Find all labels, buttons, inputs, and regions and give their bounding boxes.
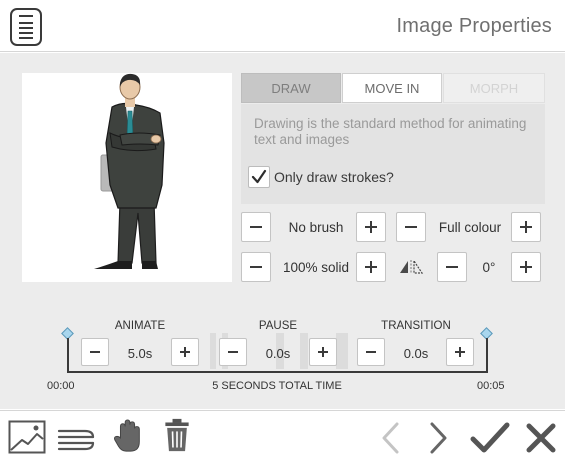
next-icon[interactable]	[427, 421, 449, 455]
properties-panel: DRAW MOVE IN MORPH Drawing is the standa…	[0, 53, 565, 409]
animate-decrease-button[interactable]	[81, 338, 109, 366]
pause-increase-button[interactable]	[309, 338, 337, 366]
timeline-right-edge	[486, 338, 488, 373]
image-preview	[22, 73, 232, 282]
notepad-menu-icon[interactable]	[10, 8, 42, 46]
transition-decrease-button[interactable]	[357, 338, 385, 366]
opacity-increase-button[interactable]	[356, 252, 386, 282]
confirm-icon[interactable]	[470, 421, 510, 455]
transition-label: TRANSITION	[381, 320, 451, 332]
minus-icon	[228, 351, 238, 353]
colour-decrease-button[interactable]	[396, 212, 426, 242]
brush-increase-button[interactable]	[356, 212, 386, 242]
page-title: Image Properties	[396, 15, 552, 37]
total-time: 5 SECONDS TOTAL TIME	[212, 380, 342, 392]
pause-decrease-button[interactable]	[219, 338, 247, 366]
animate-increase-button[interactable]	[171, 338, 199, 366]
hand-icon[interactable]	[112, 419, 144, 453]
pause-value: 0.0s	[265, 346, 291, 361]
only-strokes-label: Only draw strokes?	[274, 169, 394, 185]
timeline-track	[67, 371, 488, 373]
timeline-ghost	[336, 333, 348, 369]
trash-icon[interactable]	[162, 418, 192, 452]
start-time: 00:00	[47, 380, 75, 392]
prev-icon[interactable]	[380, 421, 402, 455]
minus-icon	[90, 351, 100, 353]
tab-draw[interactable]: DRAW	[241, 73, 341, 103]
minus-icon	[405, 226, 417, 228]
opacity-value: 100% solid	[282, 260, 350, 275]
footer-toolbar	[0, 410, 565, 464]
timeline-left-edge	[67, 338, 69, 373]
minus-icon	[250, 266, 262, 268]
rotation-increase-button[interactable]	[511, 252, 541, 282]
transition-increase-button[interactable]	[446, 338, 474, 366]
description-text: Drawing is the standard method for anima…	[254, 116, 527, 147]
image-icon[interactable]	[8, 420, 46, 454]
pause-label: PAUSE	[258, 320, 298, 332]
end-time: 00:05	[477, 380, 505, 392]
timeline-ghost	[210, 333, 216, 369]
rotation-value: 0°	[482, 260, 496, 275]
colour-value: Full colour	[438, 220, 502, 235]
opacity-decrease-button[interactable]	[241, 252, 271, 282]
only-strokes-checkbox[interactable]	[248, 166, 270, 188]
minus-icon	[366, 351, 376, 353]
animate-value: 5.0s	[127, 346, 153, 361]
tab-move-in[interactable]: MOVE IN	[342, 73, 442, 103]
checkmark-icon	[251, 169, 267, 184]
description-box: Drawing is the standard method for anima…	[241, 104, 545, 204]
minus-icon	[446, 266, 458, 268]
tab-morph: MORPH	[443, 73, 545, 103]
brush-value: No brush	[288, 220, 344, 235]
header-bar: Image Properties	[0, 0, 565, 52]
minus-icon	[250, 226, 262, 228]
colour-increase-button[interactable]	[511, 212, 541, 242]
animate-label: ANIMATE	[114, 320, 166, 332]
transition-value: 0.0s	[403, 346, 429, 361]
text-lines-icon[interactable]	[57, 423, 97, 457]
rotation-decrease-button[interactable]	[437, 252, 467, 282]
businessman-image	[94, 73, 165, 269]
flip-icon[interactable]	[398, 259, 424, 275]
brush-decrease-button[interactable]	[241, 212, 271, 242]
close-icon[interactable]	[524, 421, 558, 455]
